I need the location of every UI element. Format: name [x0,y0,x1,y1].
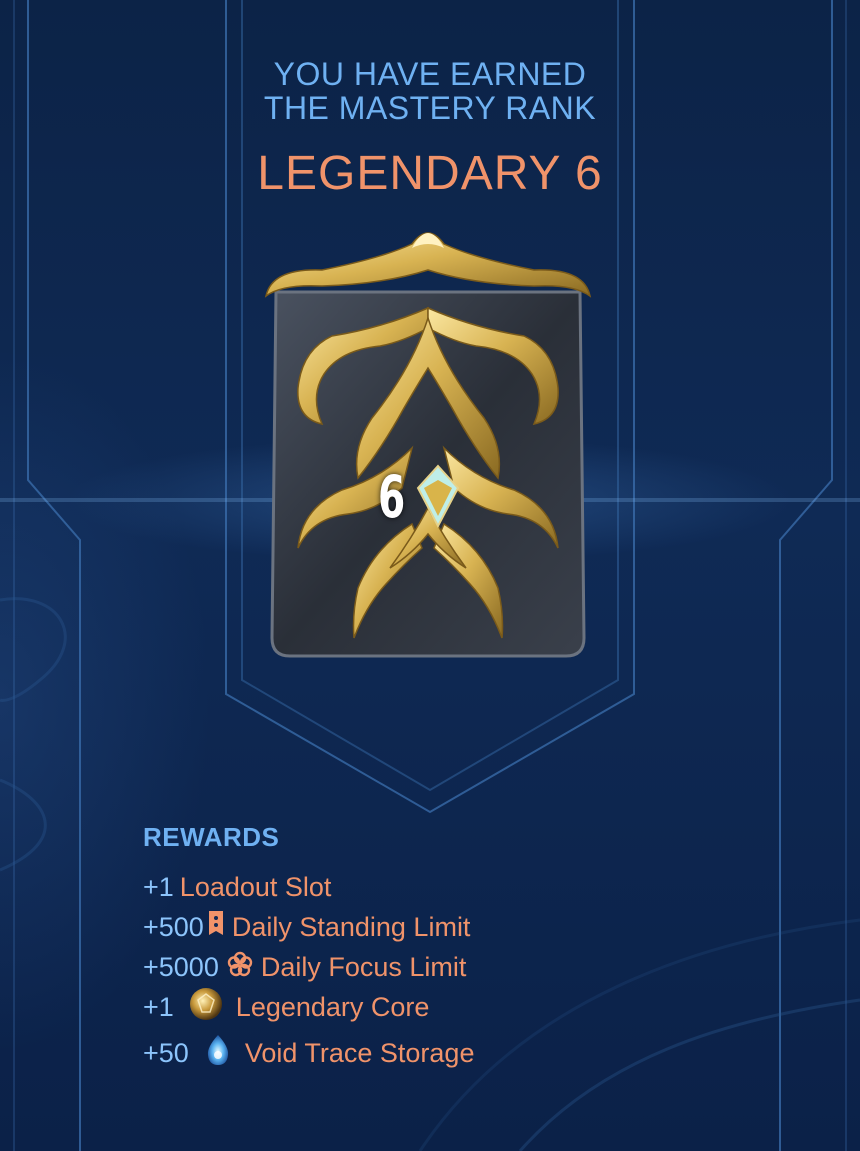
legendary-core-icon [188,986,224,1029]
reward-loadout-slot: +1 Loadout Slot [143,867,474,907]
earned-heading-line1: YOU HAVE EARNED [273,56,587,92]
earned-heading-line2: THE MASTERY RANK [263,90,597,126]
reward-label: Legendary Core [235,991,430,1022]
standing-icon [208,909,224,946]
rank-number-badge: 6 [378,466,412,528]
reward-daily-focus: +5000 Daily Focus Limit [143,947,474,987]
rewards-panel: REWARDS +1 Loadout Slot +500 Daily Stand… [143,822,474,1073]
rank-number: 6 [378,463,406,531]
reward-label: Daily Standing Limit [231,911,471,942]
rewards-title: REWARDS [143,822,280,852]
reward-amount: +1 [143,871,174,902]
mastery-legendary-emblem-icon [264,232,592,658]
reward-legendary-core: +1 Legendary Core [143,987,474,1027]
reward-amount: +50 [143,1037,189,1068]
reward-daily-standing: +500 Daily Standing Limit [143,907,474,947]
reward-amount: +500 [143,911,204,942]
mastery-rank-title: LEGENDARY 6 [257,147,603,200]
reward-label: Daily Focus Limit [260,951,467,982]
reward-amount: +5000 [143,951,219,982]
reward-label: Loadout Slot [179,871,332,902]
reward-label: Void Trace Storage [244,1037,475,1068]
void-trace-icon [203,1033,233,1074]
focus-icon [227,951,253,984]
reward-amount: +1 [143,991,174,1022]
reward-void-trace-storage: +50 Void Trace Storage [143,1033,474,1073]
